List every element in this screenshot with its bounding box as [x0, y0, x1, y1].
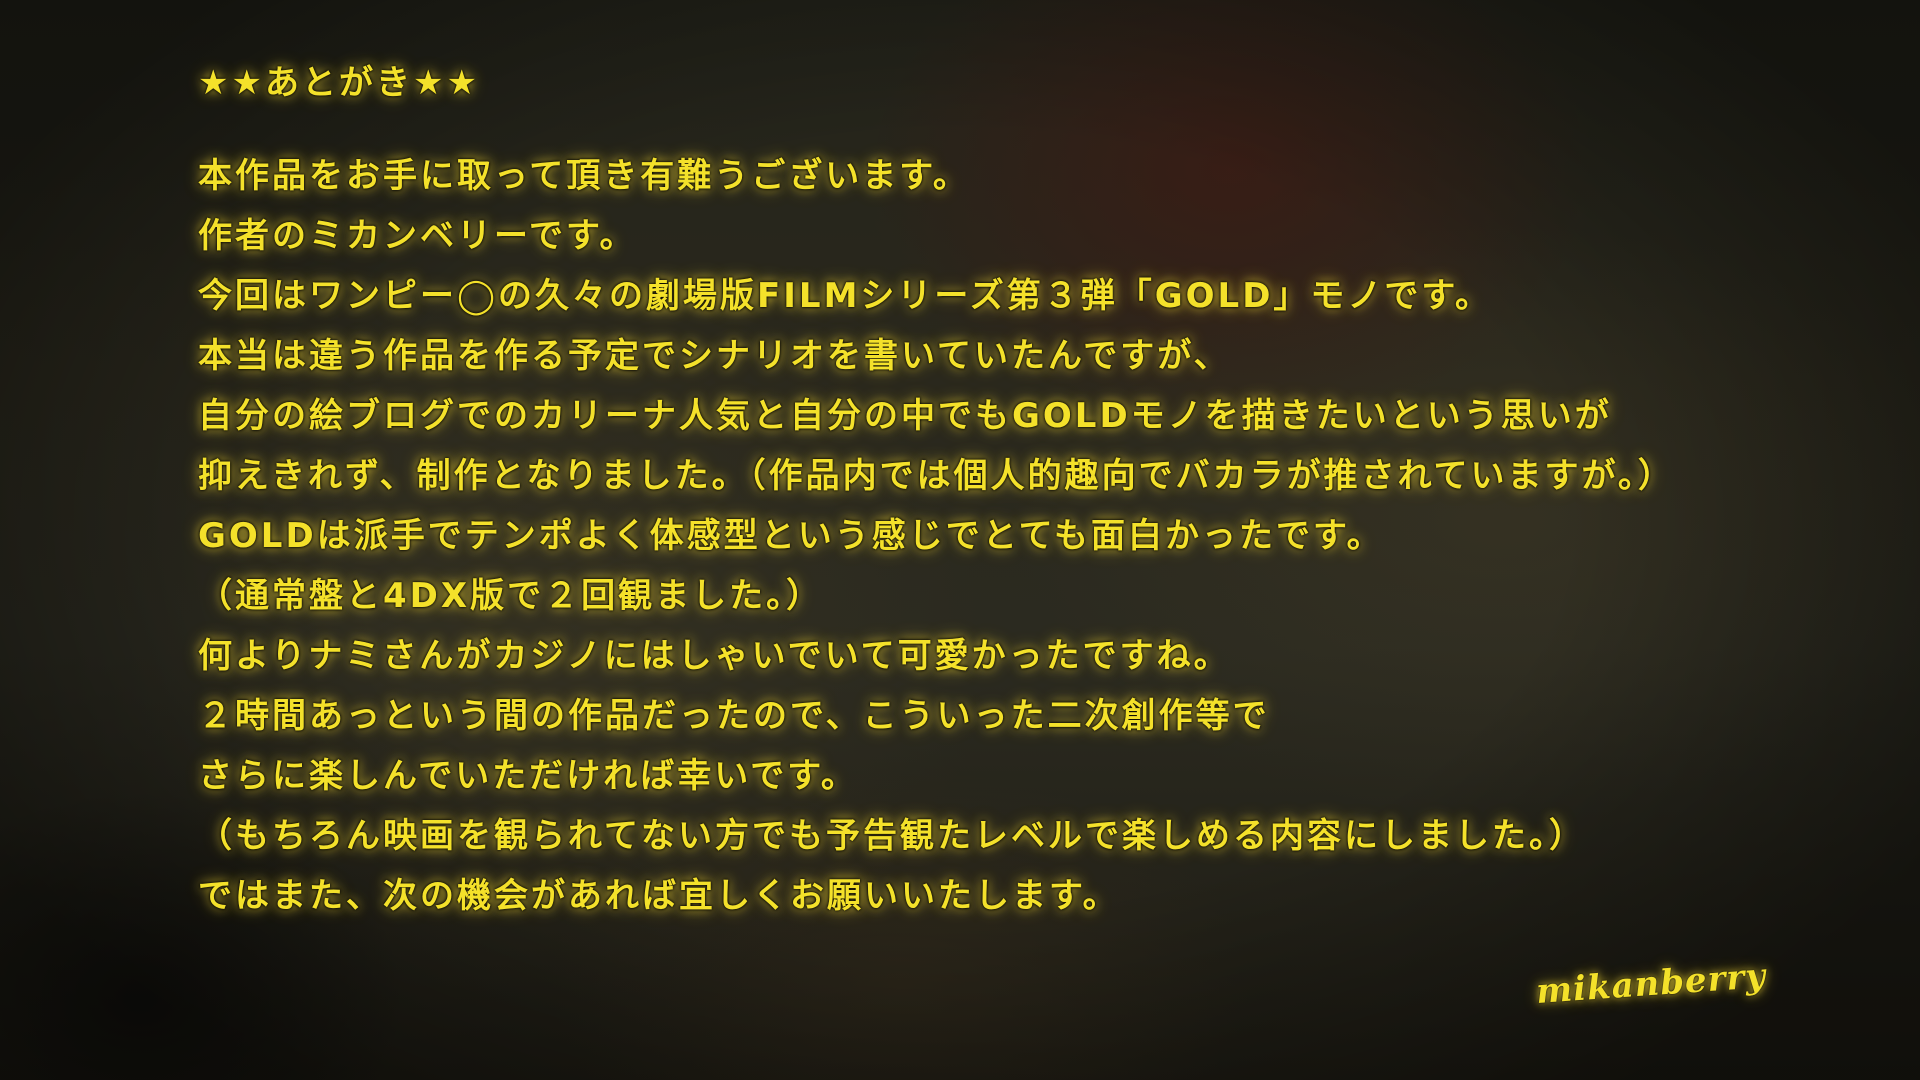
afterword-line: 何よりナミさんがカジノにはしゃいでいて可愛かったですね。 [198, 636, 1231, 676]
afterword-line: ２時間あっという間の作品だったので、こういった二次創作等で [198, 696, 1270, 736]
afterword-line: 作者のミカンベリーです。 [198, 216, 637, 256]
afterword-text: ★★あとがき★★ 本作品をお手に取って頂き有難うございます。 作者のミカンベリー… [198, 56, 1798, 926]
afterword-line: 自分の絵ブログでのカリーナ人気と自分の中でもGOLDモノを描きたいという思いが [198, 396, 1612, 436]
afterword-screen: ★★あとがき★★ 本作品をお手に取って頂き有難うございます。 作者のミカンベリー… [0, 0, 1920, 1080]
afterword-line: ではまた、次の機会があれば宜しくお願いいたします。 [198, 876, 1120, 916]
afterword-line: 本作品をお手に取って頂き有難うございます。 [198, 156, 970, 196]
afterword-line: GOLDは派手でテンポよく体感型という感じでとても面白かったです。 [198, 516, 1384, 556]
afterword-line: （もちろん映画を観られてない方でも予告観たレベルで楽しめる内容にしました。） [198, 816, 1586, 856]
afterword-line: （通常盤と4DX版で２回観ました。） [198, 576, 824, 616]
afterword-heading: ★★あとがき★★ [198, 63, 480, 103]
afterword-line: 抑えきれず、制作となりました。（作品内では個人的趣向でバカラが推されていますが。… [198, 456, 1675, 496]
afterword-line: さらに楽しんでいただければ幸いです。 [198, 756, 858, 796]
afterword-line: 本当は違う作品を作る予定でシナリオを書いていたんですが、 [198, 336, 1231, 376]
afterword-line: 今回はワンピー◯の久々の劇場版FILMシリーズ第３弾「GOLD」モノです。 [198, 276, 1493, 316]
